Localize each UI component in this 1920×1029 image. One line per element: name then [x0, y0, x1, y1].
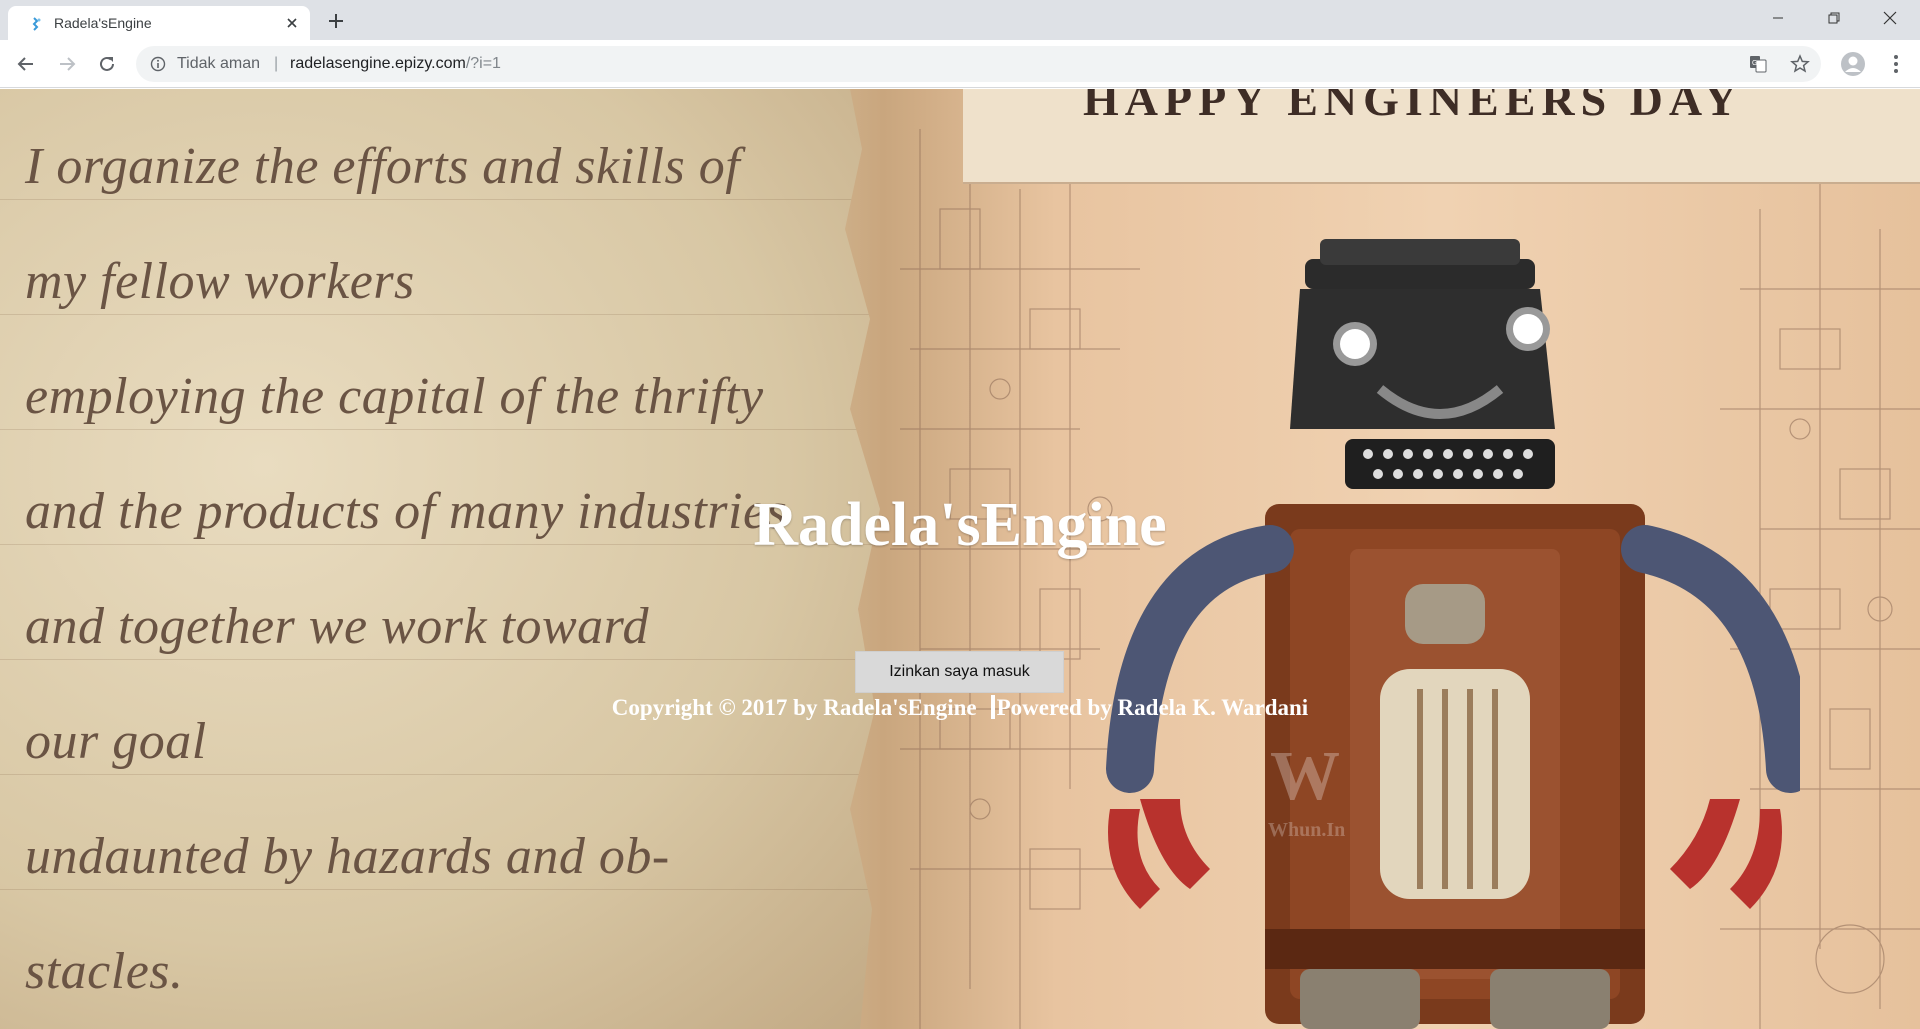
- poem-line: stacles.: [25, 943, 184, 1000]
- poem-line: undaunted by hazards and ob-: [25, 828, 670, 885]
- svg-text:G: G: [1752, 60, 1757, 67]
- site-favicon-icon: [32, 17, 41, 31]
- url-path: /?i=1: [465, 55, 501, 72]
- footer-separator: [990, 695, 995, 719]
- info-icon[interactable]: [150, 56, 166, 72]
- reload-icon: [100, 56, 114, 71]
- minimize-icon: [1773, 17, 1783, 19]
- window-restore-button[interactable]: [1811, 0, 1857, 36]
- login-button[interactable]: Izinkan saya masuk: [855, 651, 1064, 693]
- arrow-left-icon: [17, 57, 33, 71]
- watermark-text: Whun.In: [1268, 819, 1346, 841]
- omnibox-separator: |: [274, 55, 279, 72]
- browser-tab[interactable]: Radela'sEngine: [8, 6, 310, 40]
- page-viewport: I organize the efforts and skills of my …: [0, 89, 1920, 1029]
- url-host: radelasengine.epizy.com: [290, 55, 466, 72]
- browser-toolbar: Tidak aman | radelasengine.epizy.com/?i=…: [0, 40, 1920, 88]
- arrow-right-icon: [60, 57, 76, 71]
- footer: Copyright © 2017 by Radela'sEngine Powere…: [0, 695, 1920, 721]
- poem-line: employing the capital of the thrifty: [25, 368, 764, 425]
- footer-powered-by: Powered by Radela K. Wardani: [996, 695, 1309, 720]
- window-minimize-button[interactable]: [1755, 0, 1801, 36]
- poem-line: my fellow workers: [25, 253, 415, 310]
- tab-title: Radela'sEngine: [54, 15, 152, 31]
- watermark-mark: W: [1270, 738, 1340, 815]
- browser-tabstrip: Radela'sEngine: [0, 0, 1920, 40]
- poem-line: I organize the efforts and skills of: [25, 138, 741, 195]
- back-button[interactable]: [14, 52, 38, 76]
- forward-button[interactable]: [55, 52, 79, 76]
- reload-button[interactable]: [95, 52, 119, 76]
- address-bar[interactable]: Tidak aman | radelasengine.epizy.com/?i=…: [136, 46, 1821, 82]
- security-label[interactable]: Tidak aman: [177, 55, 260, 73]
- footer-copyright: Copyright © 2017 by Radela'sEngine: [611, 695, 977, 720]
- translate-icon[interactable]: G: [1749, 55, 1767, 73]
- plus-icon[interactable]: [326, 11, 346, 31]
- site-title: Radela'sEngine: [753, 491, 1167, 559]
- restore-icon: [1828, 12, 1840, 24]
- profile-avatar-icon[interactable]: [1840, 51, 1866, 77]
- robot-illustration: [1106, 239, 1800, 1029]
- close-icon[interactable]: [284, 15, 300, 31]
- close-icon: [1883, 11, 1897, 25]
- window-close-button[interactable]: [1867, 0, 1913, 36]
- kebab-menu-icon[interactable]: [1884, 52, 1908, 76]
- star-icon[interactable]: [1790, 54, 1810, 74]
- banner-text: HAPPY ENGINEERS DAY: [1083, 89, 1744, 125]
- background-poem: I organize the efforts and skills of my …: [25, 109, 787, 1029]
- url-text[interactable]: radelasengine.epizy.com/?i=1: [290, 55, 501, 73]
- poem-line: and together we work toward: [25, 598, 649, 655]
